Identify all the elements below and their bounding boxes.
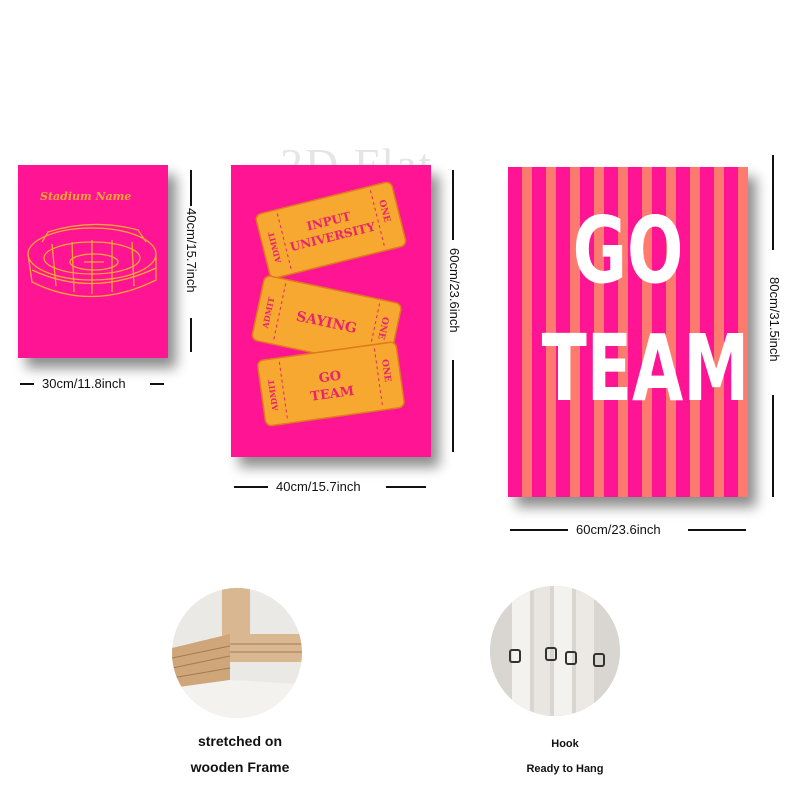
width-label-3: 60cm/23.6inch <box>576 522 661 537</box>
height-line-3b <box>772 395 774 497</box>
width-line-1 <box>20 383 34 385</box>
hook-photo <box>490 586 620 716</box>
wooden-frame-icon <box>172 588 302 718</box>
height-line-2b <box>452 360 454 452</box>
width-line-3b <box>688 529 746 531</box>
height-line-1 <box>190 170 192 206</box>
width-line-2 <box>234 486 268 488</box>
hook-icon <box>490 586 620 716</box>
height-line-2 <box>452 170 454 240</box>
width-line-2b <box>386 486 426 488</box>
wooden-frame-caption-2: wooden Frame <box>190 759 290 775</box>
width-label-1: 30cm/11.8inch <box>42 376 126 391</box>
height-line-3 <box>772 155 774 250</box>
ticket-3-main-a: GO <box>318 369 342 387</box>
stadium-illustration <box>27 223 157 298</box>
height-line-1b <box>190 318 192 352</box>
width-line-3 <box>510 529 568 531</box>
width-line-1b <box>150 383 164 385</box>
height-label-2: 60cm/23.6inch <box>447 248 462 333</box>
wooden-frame-caption-1: stretched on <box>197 733 282 749</box>
ready-to-hang-caption: Ready to Hang <box>526 763 604 775</box>
width-label-2: 40cm/15.7inch <box>276 479 361 494</box>
goteam-line1: GO <box>572 197 684 304</box>
hook-caption: Hook <box>551 738 579 750</box>
wooden-frame-photo <box>172 588 302 718</box>
tickets-illustration: ADMIT ONE INPUT UNIVERSITY ADMIT ONE SAY… <box>251 181 407 427</box>
stadium-name-text: Stadium Name <box>40 190 132 203</box>
height-label-3: 80cm/31.5inch <box>767 277 782 362</box>
goteam-line2: TEAM <box>541 315 750 422</box>
height-label-1: 40cm/15.7inch <box>184 208 199 293</box>
